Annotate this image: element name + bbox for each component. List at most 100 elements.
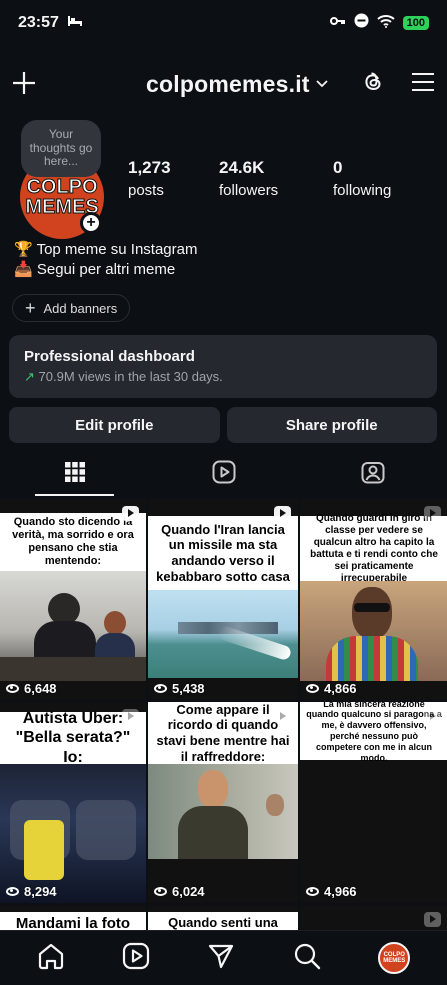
views-count: 6,648 [24, 681, 57, 696]
post-thumbnail[interactable]: Quando guardi in giro in classe per vede… [300, 499, 447, 700]
eye-icon [306, 684, 319, 693]
vpn-key-icon [329, 14, 346, 32]
post-thumbnail[interactable]: Quando l'Iran lancia un missile ma sta a… [148, 499, 298, 700]
dashboard-views-text: 70.9M views in the last 30 days. [38, 369, 223, 384]
eye-icon [154, 887, 167, 896]
profile-action-buttons: Edit profile Share profile [9, 407, 437, 443]
following-label: following [333, 182, 392, 199]
reel-badge-icon [424, 912, 441, 927]
grid-icon [64, 461, 86, 488]
avatar-text-line1: COLPO [26, 176, 98, 198]
eye-icon [6, 684, 19, 693]
plus-icon: + [25, 297, 36, 318]
bio-line: 🏆 Top meme su Instagram [14, 241, 198, 258]
post-views: 4,866 [306, 681, 357, 696]
post-thumbnail[interactable]: Quando senti una [148, 905, 298, 930]
reel-badge-icon [424, 506, 441, 521]
post-views: 4,966 [306, 884, 357, 899]
post-caption: Quando senti una [148, 912, 298, 930]
chevron-down-icon [316, 75, 328, 93]
dashboard-title: Professional dashboard [24, 348, 195, 365]
post-thumbnail[interactable]: Autista Uber: "Bella serata?" Io: 8,294 [0, 702, 146, 903]
eye-icon [154, 684, 167, 693]
post-image [148, 590, 298, 678]
posts-grid: Quando sto dicendo la verità, ma sorrido… [0, 499, 447, 930]
post-views: 6,648 [6, 681, 57, 696]
post-image [300, 581, 447, 681]
menu-icon[interactable] [411, 72, 435, 97]
reel-badge-icon [274, 506, 291, 521]
followers-stat[interactable]: 24.6K followers [219, 158, 278, 199]
posts-count: 1,273 [128, 158, 171, 177]
send-icon[interactable] [207, 942, 235, 975]
content-tabs [0, 450, 447, 498]
reel-badge-icon [274, 709, 291, 724]
post-caption: Quando sto dicendo la verità, ma sorrido… [0, 513, 146, 571]
wifi-icon [376, 14, 395, 33]
post-image [0, 764, 146, 903]
post-caption: Mandami la foto [0, 912, 146, 930]
reels-icon[interactable] [122, 942, 150, 975]
dashboard-subtitle: ↗ 70.9M views in the last 30 days. [24, 369, 422, 385]
share-profile-button[interactable]: Share profile [226, 407, 437, 443]
post-thumbnail[interactable]: Quando sto dicendo la verità, ma sorrido… [0, 499, 146, 700]
create-plus-icon[interactable] [12, 67, 36, 101]
following-stat[interactable]: 0 following [333, 158, 391, 199]
views-count: 8,294 [24, 884, 57, 899]
reels-icon [212, 460, 236, 489]
reel-badge-icon [122, 709, 139, 724]
bottom-navigation: COLPO MEMES [0, 930, 447, 985]
followers-count: 24.6K [219, 158, 265, 177]
home-icon[interactable] [37, 942, 65, 975]
username: colpomemes.it [146, 70, 310, 97]
status-time: 23:57 [18, 14, 59, 31]
tagged-icon [361, 460, 385, 489]
following-count: 0 [333, 158, 343, 177]
post-thumbnail[interactable]: La mia sincera reazione quando qualcuno … [300, 702, 447, 903]
tab-tagged[interactable] [298, 450, 447, 498]
post-thumbnail[interactable] [300, 905, 447, 930]
followers-label: followers [219, 182, 279, 199]
battery-indicator: 100 [402, 16, 429, 30]
views-count: 4,966 [324, 884, 357, 899]
threads-icon[interactable] [361, 70, 385, 99]
post-views: 8,294 [6, 884, 57, 899]
post-thumbnail[interactable]: Mandami la foto [0, 905, 146, 930]
post-caption: Quando guardi in giro in classe per vede… [300, 513, 447, 584]
dnd-icon [354, 13, 369, 33]
eye-icon [6, 887, 19, 896]
views-count: 4,866 [324, 681, 357, 696]
profile-header: colpomemes.it [0, 60, 447, 108]
bio-line: 📥 Segui per altri meme [14, 261, 176, 278]
post-views: 6,024 [154, 884, 205, 899]
professional-dashboard[interactable]: Professional dashboard ↗ 70.9M views in … [9, 335, 437, 398]
sleep-mode-icon [67, 14, 83, 32]
reel-badge-icon [122, 506, 139, 521]
trend-up-icon: ↗ [24, 369, 35, 384]
tab-reels[interactable] [149, 450, 298, 498]
post-image [148, 764, 298, 859]
nav-avatar-text: COLPO MEMES [383, 952, 406, 964]
eye-icon [306, 887, 319, 896]
search-icon[interactable] [293, 942, 321, 975]
profile-summary: COLPO MEMES Your thoughts go here... + 1… [0, 120, 447, 239]
post-image [0, 571, 146, 681]
thought-bubble[interactable]: Your thoughts go here... [21, 120, 101, 177]
add-banners-label: Add banners [43, 300, 118, 316]
add-story-icon[interactable]: + [80, 212, 102, 234]
add-banners-button[interactable]: + Add banners [12, 294, 131, 322]
profile-tab-avatar[interactable]: COLPO MEMES [378, 942, 411, 974]
tab-grid[interactable] [0, 450, 149, 498]
status-bar: 23:57 100 [0, 0, 447, 46]
views-count: 5,438 [172, 681, 205, 696]
post-caption: Quando l'Iran lancia un missile ma sta a… [148, 516, 298, 590]
post-views: 5,438 [154, 681, 205, 696]
posts-stat[interactable]: 1,273 posts [128, 158, 171, 199]
edit-profile-button[interactable]: Edit profile [9, 407, 220, 443]
account-switcher[interactable]: colpomemes.it [146, 71, 328, 98]
reel-badge-icon [424, 709, 441, 724]
views-count: 6,024 [172, 884, 205, 899]
post-thumbnail[interactable]: Come appare il ricordo di quando stavi b… [148, 702, 298, 903]
posts-label: posts [128, 182, 164, 199]
profile-bio: 🏆 Top meme su Instagram 📥 Segui per altr… [14, 240, 197, 280]
